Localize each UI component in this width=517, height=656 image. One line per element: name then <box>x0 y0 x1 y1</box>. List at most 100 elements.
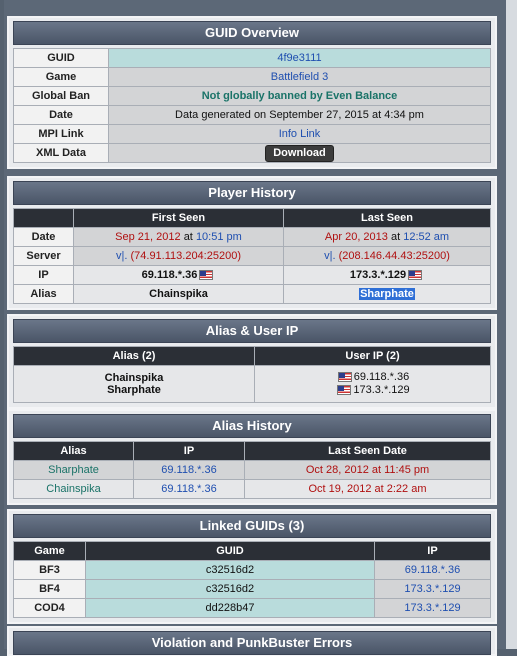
ip-text: 69.118.*.36 <box>353 371 410 383</box>
table-row: Sharphate 69.118.*.36 Oct 28, 2012 at 11… <box>13 460 491 480</box>
last-seen-date: Apr 20, 2013 at 12:52 am <box>283 227 491 247</box>
guid-overview-panel: GUID Overview GUID 4f9e3111 Game Battlef… <box>7 16 497 169</box>
first-seen-date: Sep 21, 2012 at 10:51 pm <box>73 227 284 247</box>
server-address: (74.91.113.204:25200) <box>130 250 241 262</box>
player-history-table: First Seen Last Seen Date Sep 21, 2012 a… <box>13 208 491 304</box>
table-row: Date Sep 21, 2012 at 10:51 pm Apr 20, 20… <box>13 227 491 247</box>
history-date: Oct 19, 2012 at 2:22 am <box>244 479 491 499</box>
alias-user-ip-table: Alias (2) User IP (2) Chainspika Sharpha… <box>13 346 491 403</box>
alias-count-header: Alias (2) <box>13 346 255 366</box>
us-flag-icon <box>408 270 423 281</box>
alias-label: Alias <box>13 284 74 304</box>
alias-item: Chainspika <box>104 372 164 384</box>
linked-guid[interactable]: c32516d2 <box>85 560 375 580</box>
alias-history-title: Alias History <box>13 414 491 438</box>
first-time: 10:51 pm <box>195 231 242 243</box>
table-row: Global Ban Not globally banned by Even B… <box>13 86 491 106</box>
linked-guid[interactable]: c32516d2 <box>85 579 375 599</box>
table-row: GUID 4f9e3111 <box>13 48 491 68</box>
last-ip: 173.3.*.129 <box>283 265 491 285</box>
download-button[interactable]: Download <box>265 144 334 162</box>
last-time: 12:52 am <box>403 231 450 243</box>
server-address: (208.146.44.43:25200) <box>338 250 450 262</box>
table-row: Game Battlefield 3 <box>13 67 491 87</box>
first-alias: Chainspika <box>73 284 284 304</box>
game-value: Battlefield 3 <box>108 67 491 87</box>
table-header-row: Alias IP Last Seen Date <box>13 441 491 461</box>
last-alias-cell: Sharphate <box>283 284 491 304</box>
history-ip: 69.118.*.36 <box>133 479 245 499</box>
violations-panel: Violation and PunkBuster Errors <box>7 626 497 656</box>
ip-item: 69.118.*.36 <box>255 371 490 384</box>
xml-data-label: XML Data <box>13 143 109 163</box>
table-row: Date Data generated on September 27, 201… <box>13 105 491 125</box>
guid-overview-table: GUID 4f9e3111 Game Battlefield 3 Global … <box>13 48 491 163</box>
table-row: BF3 c32516d2 69.118.*.36 <box>13 560 491 580</box>
server-label: Server <box>13 246 74 266</box>
table-header-row: Alias (2) User IP (2) <box>13 346 491 366</box>
linked-guids-title: Linked GUIDs (3) <box>13 514 491 538</box>
violations-title: Violation and PunkBuster Errors <box>13 631 491 655</box>
table-row: Chainspika Sharphate 69.118.*.36 173.3.*… <box>13 365 491 403</box>
first-server[interactable]: v|. (74.91.113.204:25200) <box>73 246 284 266</box>
last-alias[interactable]: Sharphate <box>359 288 415 300</box>
info-link[interactable]: Info Link <box>108 124 491 144</box>
table-row: MPI Link Info Link <box>13 124 491 144</box>
alias-history-table: Alias IP Last Seen Date Sharphate 69.118… <box>13 441 491 499</box>
scrollbar-track[interactable] <box>506 0 517 649</box>
table-row: XML Data Download <box>13 143 491 163</box>
date-label: Date <box>13 105 109 125</box>
history-date: Oct 28, 2012 at 11:45 pm <box>244 460 491 480</box>
linked-ip: 173.3.*.129 <box>374 598 491 618</box>
ip-label: IP <box>13 265 74 285</box>
player-history-title: Player History <box>13 181 491 205</box>
server-prefix: v|. <box>116 250 128 262</box>
ip-text: 173.3.*.129 <box>353 384 410 396</box>
table-row: COD4 dd228b47 173.3.*.129 <box>13 598 491 618</box>
last-date: Apr 20, 2013 <box>324 231 388 243</box>
table-header-row: First Seen Last Seen <box>13 208 491 228</box>
alias-list: Chainspika Sharphate <box>13 365 255 403</box>
alias-item: Sharphate <box>107 384 161 396</box>
linked-game: BF4 <box>13 579 86 599</box>
linked-ip: 69.118.*.36 <box>374 560 491 580</box>
linked-guids-table: Game GUID IP BF3 c32516d2 69.118.*.36 BF… <box>13 541 491 618</box>
us-flag-icon <box>337 372 352 383</box>
linked-game: BF3 <box>13 560 86 580</box>
xml-data-cell: Download <box>108 143 491 163</box>
ip-text: 69.118.*.36 <box>141 269 198 281</box>
game-label: Game <box>13 67 109 87</box>
first-date: Sep 21, 2012 <box>115 231 181 243</box>
last-server[interactable]: v|. (208.146.44.43:25200) <box>283 246 491 266</box>
date-label: Date <box>13 227 74 247</box>
history-alias: Sharphate <box>13 460 134 480</box>
server-prefix: v|. <box>324 250 336 262</box>
guid-label: GUID <box>13 48 109 68</box>
linked-guid[interactable]: dd228b47 <box>85 598 375 618</box>
table-row: BF4 c32516d2 173.3.*.129 <box>13 579 491 599</box>
mpi-link-label: MPI Link <box>13 124 109 144</box>
table-row: Alias Chainspika Sharphate <box>13 284 491 304</box>
alias-history-panel: Alias History Alias IP Last Seen Date Sh… <box>7 409 497 505</box>
at-word: at <box>183 231 193 243</box>
ip-text: 173.3.*.129 <box>349 269 407 281</box>
us-flag-icon <box>199 270 214 281</box>
us-flag-icon <box>337 385 352 396</box>
table-row: Chainspika 69.118.*.36 Oct 19, 2012 at 2… <box>13 479 491 499</box>
global-ban-label: Global Ban <box>13 86 109 106</box>
table-row: IP 69.118.*.36 173.3.*.129 <box>13 265 491 285</box>
user-ip-count-header: User IP (2) <box>254 346 491 366</box>
ip-item: 173.3.*.129 <box>255 384 490 397</box>
last-seen-header: Last Seen <box>283 208 491 228</box>
alias-user-ip-panel: Alias & User IP Alias (2) User IP (2) Ch… <box>7 314 497 409</box>
ip-list: 69.118.*.36 173.3.*.129 <box>254 365 491 403</box>
last-seen-date-header: Last Seen Date <box>244 441 491 461</box>
guid-header: GUID <box>85 541 375 561</box>
global-ban-value: Not globally banned by Even Balance <box>108 86 491 106</box>
first-seen-header: First Seen <box>73 208 284 228</box>
date-value: Data generated on September 27, 2015 at … <box>108 105 491 125</box>
linked-ip: 173.3.*.129 <box>374 579 491 599</box>
table-header-row: Game GUID IP <box>13 541 491 561</box>
game-header: Game <box>13 541 86 561</box>
linked-guids-panel: Linked GUIDs (3) Game GUID IP BF3 c32516… <box>7 509 497 624</box>
